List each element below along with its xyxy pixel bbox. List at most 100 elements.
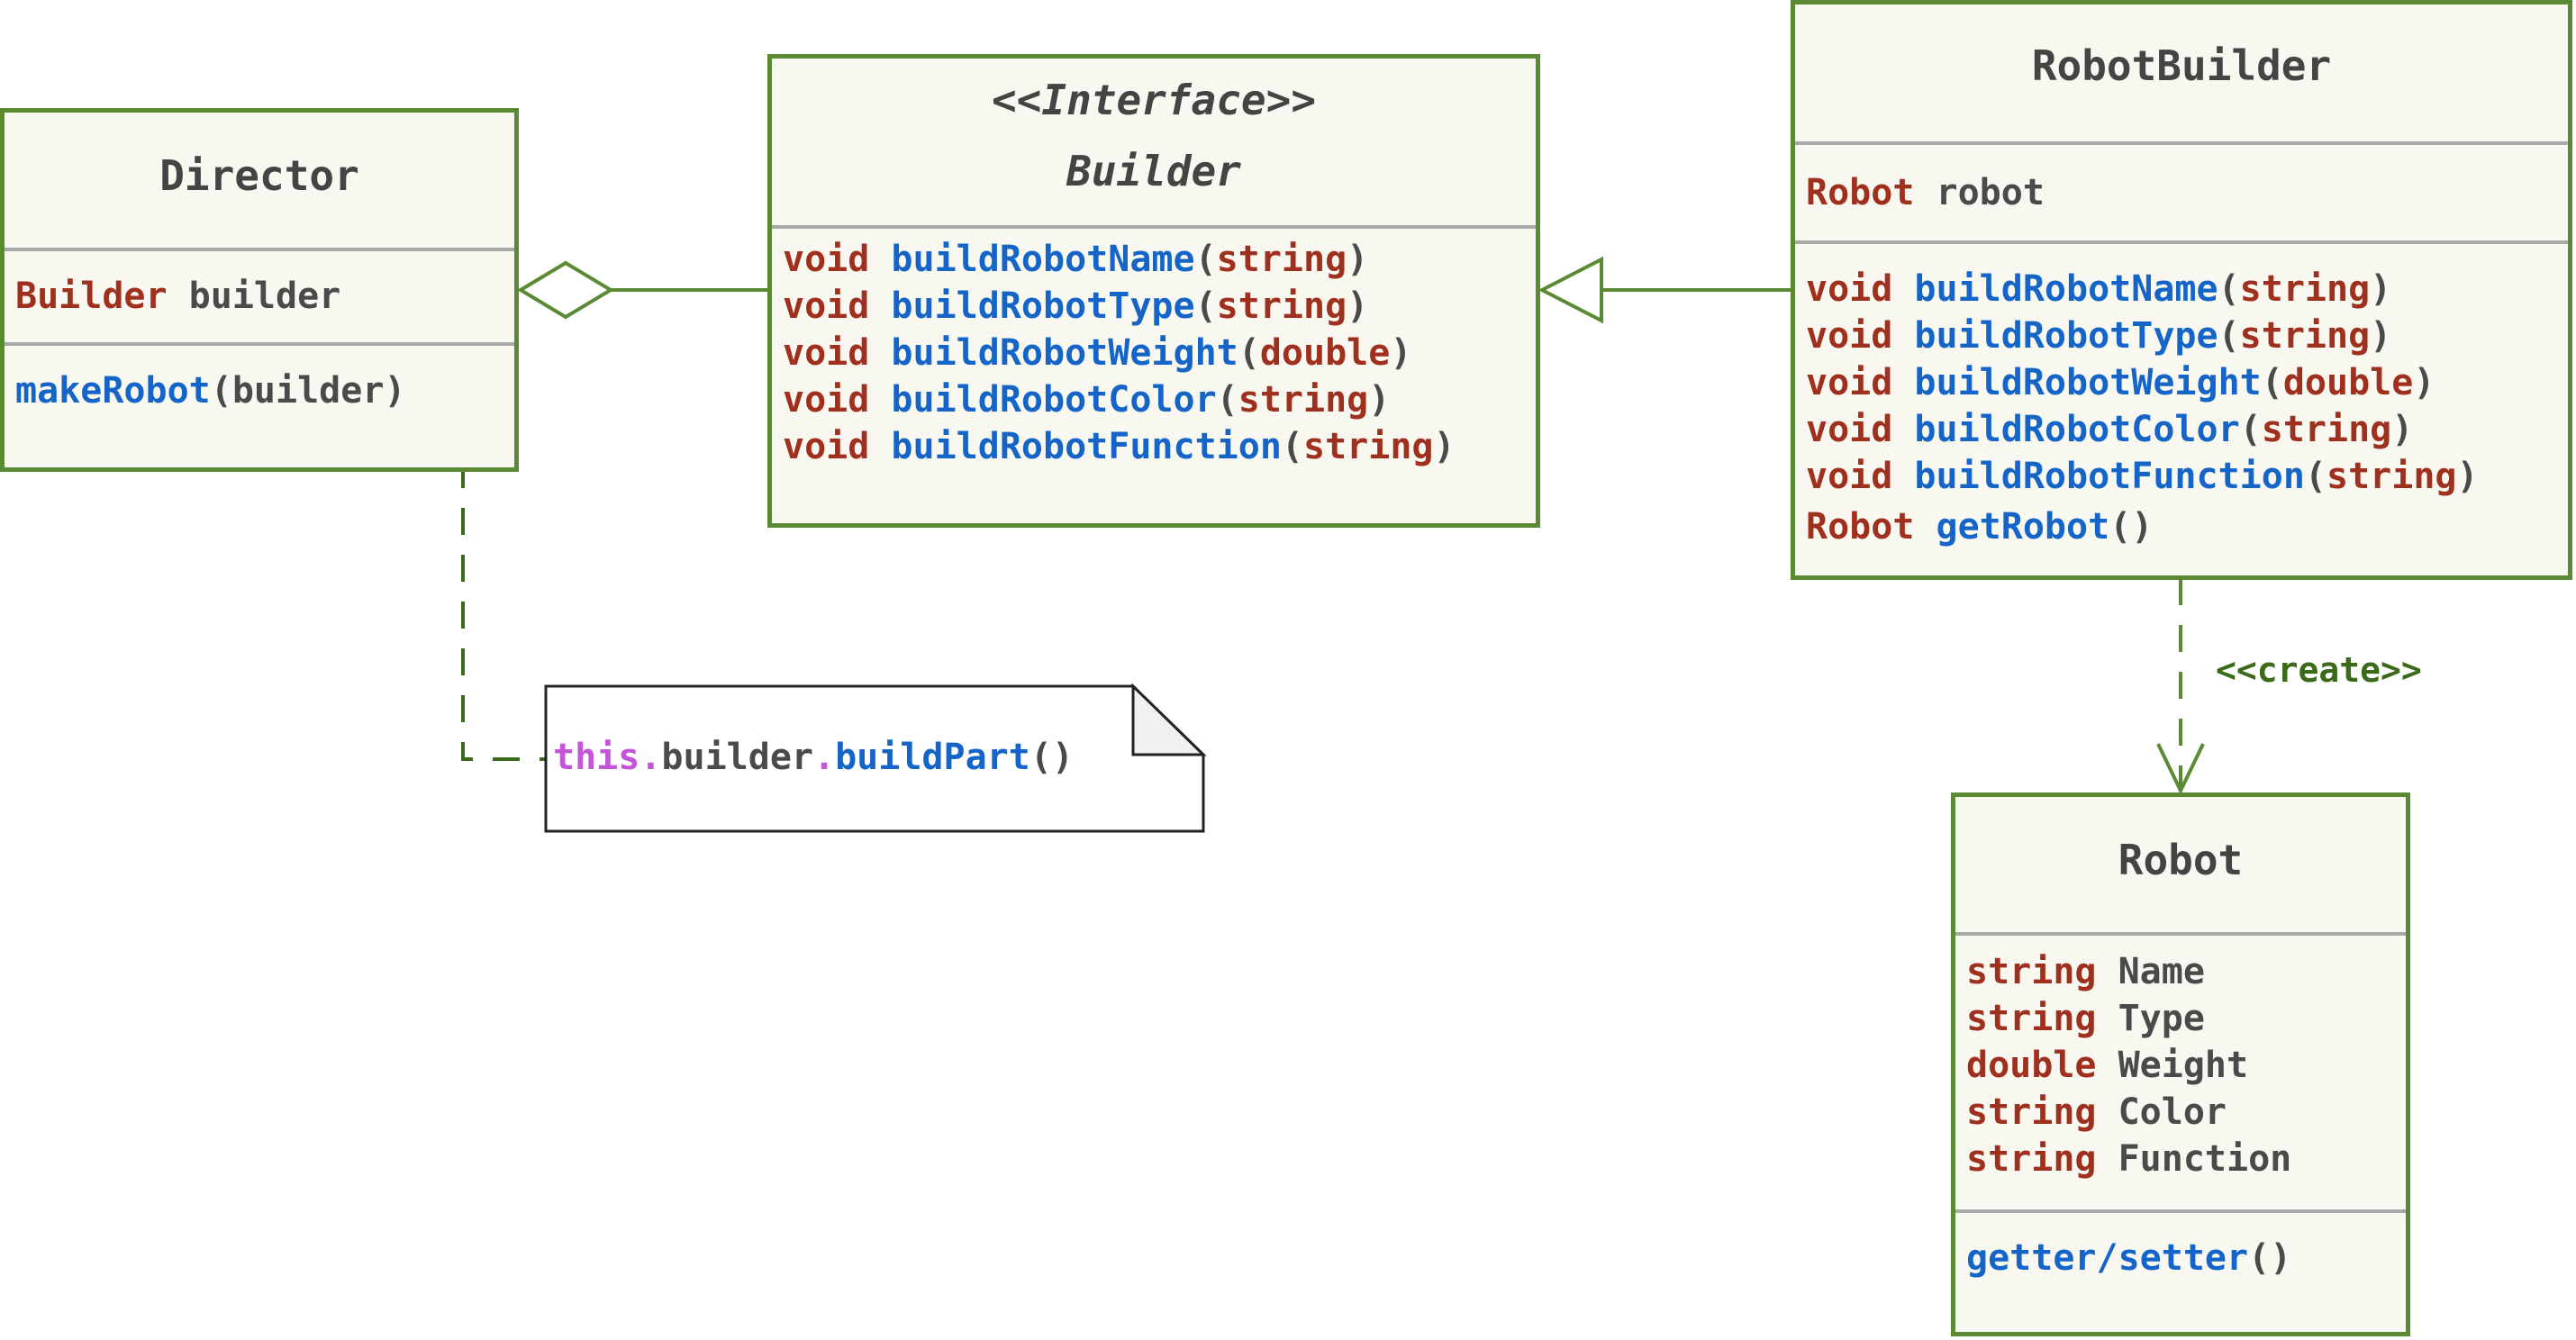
robotbuilder-method: void buildRobotColor(string)	[1806, 406, 2568, 453]
method-paren: (	[1194, 285, 1217, 327]
method-name: buildRobotColor	[891, 379, 1217, 421]
director-class-name: Director	[159, 151, 359, 200]
robotbuilder-methods: void buildRobotName(string) void buildRo…	[1795, 244, 2568, 554]
method-name: buildRobotName	[1914, 268, 2218, 310]
field-type: double	[1966, 1045, 2097, 1086]
method-return-type: void	[1806, 456, 1893, 497]
create-stereotype-label: <<create>>	[2216, 650, 2422, 690]
method-arg-type: string	[1238, 379, 1369, 421]
robot-method-name: getter/setter	[1966, 1237, 2249, 1279]
builder-stereotype: <<Interface>>	[991, 76, 1317, 124]
builder-method: void buildRobotFunction(string)	[783, 423, 1536, 470]
builder-method: void buildRobotType(string)	[783, 283, 1536, 330]
method-paren: )	[1390, 332, 1412, 374]
note-dot: .	[813, 737, 836, 778]
builder-class-name: Builder	[1066, 147, 1241, 195]
field-name: Name	[2118, 951, 2205, 992]
method-paren: (	[1216, 379, 1238, 421]
method-arg-type: double	[2282, 362, 2414, 403]
method-paren: )	[2370, 315, 2392, 357]
method-name: buildRobotFunction	[891, 426, 1282, 467]
realization-triangle	[1537, 256, 1603, 324]
method-paren: (	[1194, 239, 1217, 280]
field-type: string	[1966, 951, 2097, 992]
builder-method: void buildRobotWeight(double)	[783, 330, 1536, 376]
robotbuilder-attributes: Robot robot	[1795, 145, 2568, 240]
field-type: string	[1966, 998, 2097, 1039]
method-name: buildRobotType	[891, 285, 1195, 327]
method-return-type: void	[1806, 268, 1893, 310]
note-dot: .	[639, 737, 662, 778]
method-return-type: void	[783, 285, 870, 327]
field-name: Weight	[2118, 1045, 2249, 1086]
robot-methods: getter/setter()	[1955, 1213, 2406, 1303]
method-paren: )	[2370, 268, 2392, 310]
method-paren: )	[2456, 456, 2479, 497]
getter-args: ()	[2109, 506, 2154, 548]
field-name: Type	[2118, 998, 2205, 1039]
method-paren: (	[2304, 456, 2327, 497]
robot-field: double Weight	[1966, 1042, 2406, 1089]
method-return-type: void	[783, 332, 870, 374]
builder-header: <<Interface>> Builder	[772, 59, 1536, 225]
note-fold	[1131, 683, 1207, 756]
note-this-keyword: this	[553, 737, 640, 778]
method-return-type: void	[1806, 315, 1893, 357]
method-paren: (	[1238, 332, 1260, 374]
method-return-type: void	[783, 379, 870, 421]
note-object: builder	[661, 737, 813, 778]
method-paren: )	[1433, 426, 1456, 467]
robot-fields: string Name string Type double Weight st…	[1955, 936, 2406, 1209]
field-name: Color	[2118, 1091, 2227, 1133]
field-type: string	[1966, 1091, 2097, 1133]
note-function: buildPart	[835, 737, 1030, 778]
director-attr-type: Builder	[15, 276, 168, 317]
method-arg-type: string	[2327, 456, 2457, 497]
robot-class: Robot string Name string Type double Wei…	[1951, 792, 2410, 1336]
robot-field: string Name	[1966, 948, 2406, 995]
method-name: buildRobotWeight	[1914, 362, 2262, 403]
method-return-type: void	[783, 426, 870, 467]
director-method-args: (builder)	[210, 370, 406, 412]
director-attr-name: builder	[188, 276, 341, 317]
builder-methods: void buildRobotName(string) void buildRo…	[772, 229, 1536, 470]
builder-method: void buildRobotColor(string)	[783, 376, 1536, 423]
method-arg-type: string	[2261, 409, 2392, 450]
builder-method: void buildRobotName(string)	[783, 236, 1536, 283]
aggregation-diamond	[517, 260, 614, 320]
method-paren: (	[2218, 315, 2240, 357]
robot-field: string Function	[1966, 1136, 2406, 1182]
robot-field: string Type	[1966, 995, 2406, 1042]
robotbuilder-class: RobotBuilder Robot robot void buildRobot…	[1791, 0, 2572, 580]
method-arg-type: double	[1259, 332, 1391, 374]
method-arg-type: string	[1216, 239, 1347, 280]
director-methods: makeRobot(builder)	[5, 346, 514, 436]
method-name: buildRobotType	[1914, 315, 2218, 357]
robotbuilder-method: void buildRobotName(string)	[1806, 266, 2568, 312]
builder-interface: <<Interface>> Builder void buildRobotNam…	[767, 54, 1540, 528]
method-arg-type: string	[2239, 315, 2371, 357]
method-name: buildRobotWeight	[891, 332, 1238, 374]
method-name: buildRobotFunction	[1914, 456, 2305, 497]
robotbuilder-class-name: RobotBuilder	[2031, 41, 2332, 90]
method-paren: )	[1347, 239, 1369, 280]
method-arg-type: string	[2239, 268, 2371, 310]
robotbuilder-getter: Robot getRobot()	[1806, 500, 2568, 554]
method-arg-type: string	[1216, 285, 1347, 327]
method-paren: )	[2391, 409, 2414, 450]
robotbuilder-attr-type: Robot	[1806, 172, 1915, 213]
director-attributes: Builder builder	[5, 251, 514, 342]
method-return-type: void	[1806, 362, 1893, 403]
method-paren: )	[2413, 362, 2435, 403]
method-paren: (	[2239, 409, 2262, 450]
field-name: Function	[2118, 1138, 2292, 1180]
method-return-type: void	[783, 239, 870, 280]
field-type: string	[1966, 1138, 2097, 1180]
robotbuilder-attr-name: robot	[1936, 172, 2045, 213]
robotbuilder-method: void buildRobotWeight(double)	[1806, 359, 2568, 406]
method-name: buildRobotColor	[1914, 409, 2240, 450]
robot-method-args: ()	[2248, 1237, 2292, 1279]
robot-field: string Color	[1966, 1089, 2406, 1136]
method-paren: (	[2218, 268, 2240, 310]
getter-name: getRobot	[1936, 506, 2110, 548]
